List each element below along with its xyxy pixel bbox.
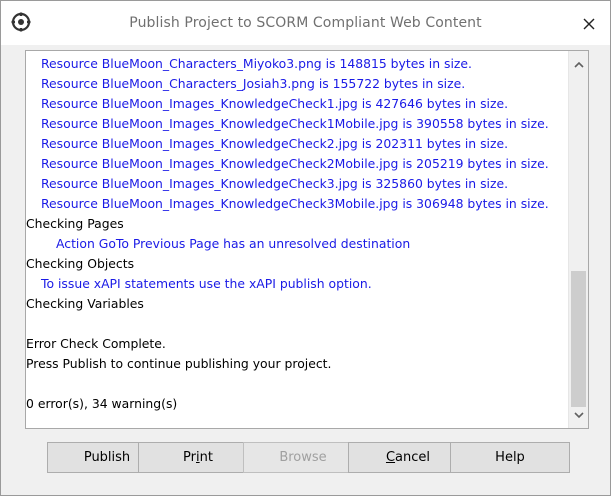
browse-button[interactable]: Browse [243,442,363,473]
cancel-label-accel: C [385,450,396,465]
log-line: Resource BlueMoon_Characters_Miyoko3.png… [41,56,472,71]
log-line: Action GoTo Previous Page has an unresol… [56,236,411,251]
log-line: Resource BlueMoon_Images_KnowledgeCheck2… [41,136,509,151]
log-line: Press Publish to continue publishing you… [26,356,332,371]
log-line: Resource BlueMoon_Images_KnowledgeCheck2… [41,156,549,171]
log-line: Resource BlueMoon_Images_KnowledgeCheck1… [41,96,509,111]
close-icon[interactable] [578,13,600,35]
log-line: Resource BlueMoon_Images_KnowledgeCheck3… [41,176,509,191]
log-line: To issue xAPI statements use the xAPI pu… [41,276,372,291]
window-title: Publish Project to SCORM Compliant Web C… [129,15,482,31]
chevron-up-icon[interactable] [569,55,588,73]
error-check-log[interactable]: Resource BlueMoon_Characters_Miyoko3.png… [25,50,589,429]
log-content: Resource BlueMoon_Characters_Miyoko3.png… [26,51,568,428]
log-line: Error Check Complete. [26,336,166,351]
scroll-thumb[interactable] [571,271,586,407]
title-bar: Publish Project to SCORM Compliant Web C… [1,1,610,45]
log-line: Checking Objects [26,256,135,271]
vertical-scrollbar[interactable] [568,51,588,428]
publish-dialog: Publish Project to SCORM Compliant Web C… [0,0,611,496]
print-button[interactable]: Print [138,442,258,473]
print-label-post: nt [199,450,213,465]
log-line: Checking Variables [26,296,144,311]
log-line: Resource BlueMoon_Images_KnowledgeCheck3… [41,196,549,211]
log-line: 0 error(s), 34 warning(s) [26,396,178,411]
log-line: Resource BlueMoon_Characters_Josiah3.png… [41,76,466,91]
help-button[interactable]: Help [450,442,570,473]
print-label-pre: Pr [183,450,196,465]
log-line: Resource BlueMoon_Images_KnowledgeCheck1… [41,116,549,131]
chevron-down-icon[interactable] [569,406,588,424]
cancel-label-post: ancel [395,450,431,465]
log-line: Checking Pages [26,216,124,231]
